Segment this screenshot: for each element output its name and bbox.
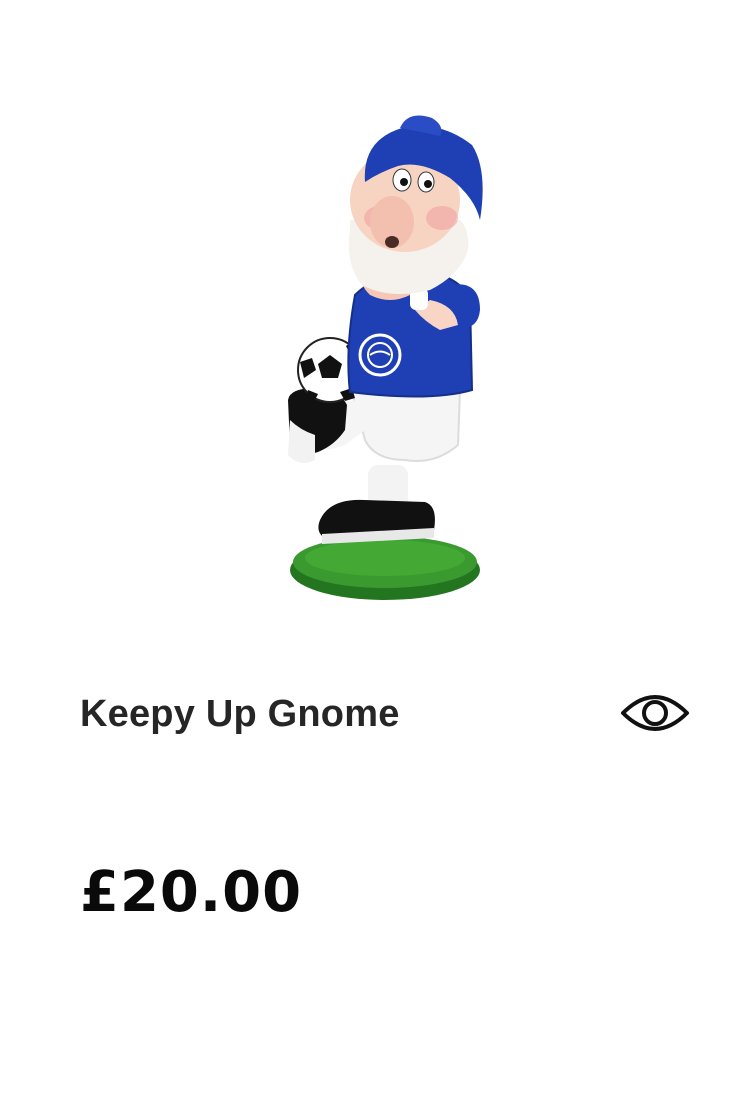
product-card[interactable]: Keepy Up Gnome £20.00 <box>0 0 730 1115</box>
eye-icon <box>621 695 689 731</box>
product-title[interactable]: Keepy Up Gnome <box>80 690 400 738</box>
quick-view-button[interactable] <box>618 684 692 742</box>
product-image[interactable] <box>140 100 560 640</box>
gnome-figurine-image <box>288 115 483 600</box>
product-price: £20.00 <box>80 860 303 925</box>
